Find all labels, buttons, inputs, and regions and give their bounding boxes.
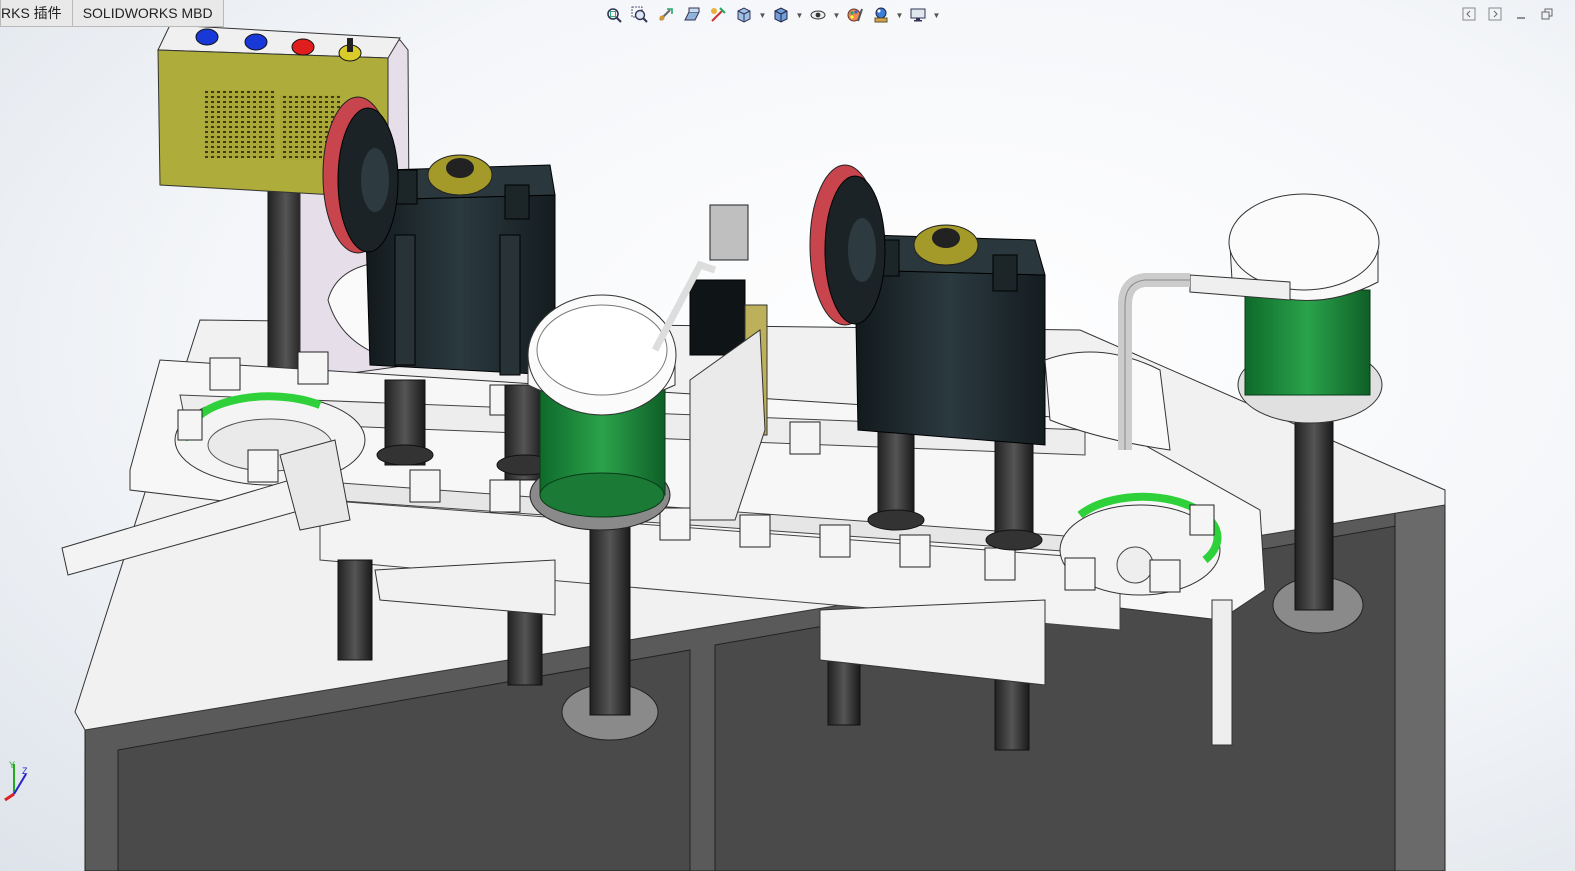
collapse-left-icon[interactable] — [1461, 6, 1477, 22]
view-orientation-dropdown[interactable]: ▼ — [758, 4, 767, 26]
hide-show-items-dropdown[interactable]: ▼ — [832, 4, 841, 26]
reference-triad: Y Z — [2, 756, 32, 804]
view-settings-dropdown[interactable]: ▼ — [932, 4, 941, 26]
view-orientation-icon[interactable] — [732, 4, 756, 26]
restore-icon[interactable] — [1539, 6, 1555, 22]
z-axis-line — [13, 773, 27, 795]
document-window-controls — [1461, 6, 1555, 22]
section-view-icon[interactable] — [680, 4, 704, 26]
svg-text:Y: Y — [9, 760, 15, 770]
zoom-to-fit-icon[interactable] — [602, 4, 626, 26]
heads-up-view-toolbar: ▼ ▼ ▼ ▼ ▼ — [602, 3, 941, 27]
view-settings-icon[interactable] — [906, 4, 930, 26]
edit-appearance-icon[interactable] — [843, 4, 867, 26]
apply-scene-icon[interactable] — [869, 4, 893, 26]
display-style-icon[interactable] — [769, 4, 793, 26]
hide-show-items-icon[interactable] — [806, 4, 830, 26]
apply-scene-dropdown[interactable]: ▼ — [895, 4, 904, 26]
tab-rks-plugin[interactable]: RKS 插件 — [0, 0, 73, 27]
graphics-area[interactable] — [0, 0, 1575, 871]
zoom-to-area-icon[interactable] — [628, 4, 652, 26]
machine-assembly-model[interactable] — [0, 0, 1575, 871]
x-axis-line — [4, 792, 15, 802]
svg-text:Z: Z — [22, 766, 28, 776]
collapse-right-icon[interactable] — [1487, 6, 1503, 22]
minimize-icon[interactable] — [1513, 6, 1529, 22]
previous-view-icon[interactable] — [654, 4, 678, 26]
display-style-dropdown[interactable]: ▼ — [795, 4, 804, 26]
tab-solidworks-mbd[interactable]: SOLIDWORKS MBD — [72, 0, 224, 27]
dynamic-annotation-views-icon[interactable] — [706, 4, 730, 26]
command-manager-tabs: RKS 插件 SOLIDWORKS MBD — [0, 0, 224, 27]
